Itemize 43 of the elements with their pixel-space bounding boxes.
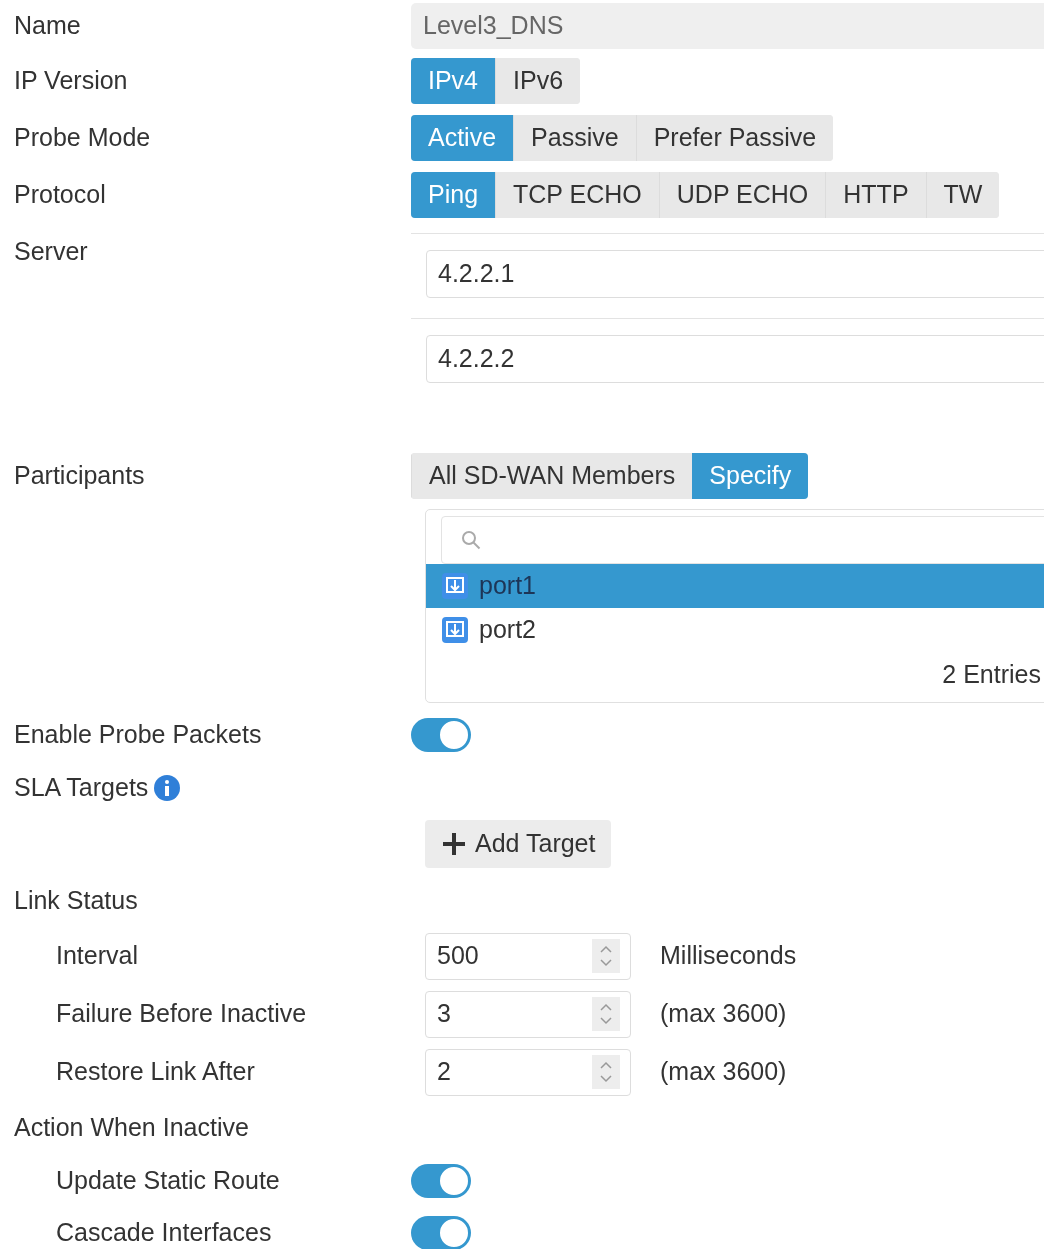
unit-label: Milliseconds	[660, 940, 797, 972]
spinner-icon	[592, 939, 620, 973]
segment-tab[interactable]: TW	[925, 171, 1000, 218]
number-field[interactable]: 500	[425, 932, 631, 980]
field-label: Name	[14, 11, 81, 40]
toggle-switch[interactable]	[411, 718, 471, 752]
member-list-item[interactable]: port1	[426, 564, 1044, 608]
field-label: Server	[14, 237, 88, 265]
info-icon	[154, 775, 181, 801]
network-port-icon	[441, 572, 469, 600]
plus-icon	[441, 831, 467, 857]
field-label: Update Static Route	[56, 1166, 280, 1195]
server-address-field[interactable]: 4.2.2.2	[426, 335, 1044, 383]
spinner-icon	[592, 997, 620, 1031]
search-icon	[460, 529, 482, 551]
segment-tab[interactable]: IPv6	[495, 57, 581, 104]
entry-count: 2 Entries	[942, 659, 1041, 690]
search-field[interactable]	[441, 516, 1044, 564]
field-label: Link Status	[14, 886, 138, 915]
toggle-switch[interactable]	[411, 1216, 471, 1249]
field-label: Enable Probe Packets	[14, 720, 262, 749]
network-port-icon	[441, 616, 469, 644]
add-target-button[interactable]: Add Target	[425, 820, 612, 868]
unit-label: (max 3600)	[660, 998, 787, 1030]
toggle-switch[interactable]	[411, 1164, 471, 1198]
field-label: Restore Link After	[56, 1057, 255, 1086]
field-label: Cascade Interfaces	[56, 1218, 272, 1247]
field-label: Failure Before Inactive	[56, 999, 307, 1028]
spinner-icon	[592, 1055, 620, 1089]
field-label: IP Version	[14, 65, 128, 94]
field-label: Probe Mode	[14, 122, 151, 151]
field-label: Protocol	[14, 179, 106, 208]
number-field[interactable]: 2	[425, 1048, 631, 1096]
unit-label: (max 3600)	[660, 1056, 787, 1088]
number-field[interactable]: 3	[425, 990, 631, 1038]
field-label: Participants	[14, 461, 145, 490]
field-label: SLA Targets	[14, 772, 149, 804]
field-label: Interval	[56, 941, 138, 970]
member-list-item[interactable]: port2	[426, 608, 1044, 652]
server-address-field[interactable]: 4.2.2.1	[426, 250, 1044, 298]
field-label: Action When Inactive	[14, 1113, 249, 1142]
name-field[interactable]: Level3_DNS	[411, 3, 1044, 49]
segment-tab[interactable]: Prefer Passive	[635, 114, 834, 161]
